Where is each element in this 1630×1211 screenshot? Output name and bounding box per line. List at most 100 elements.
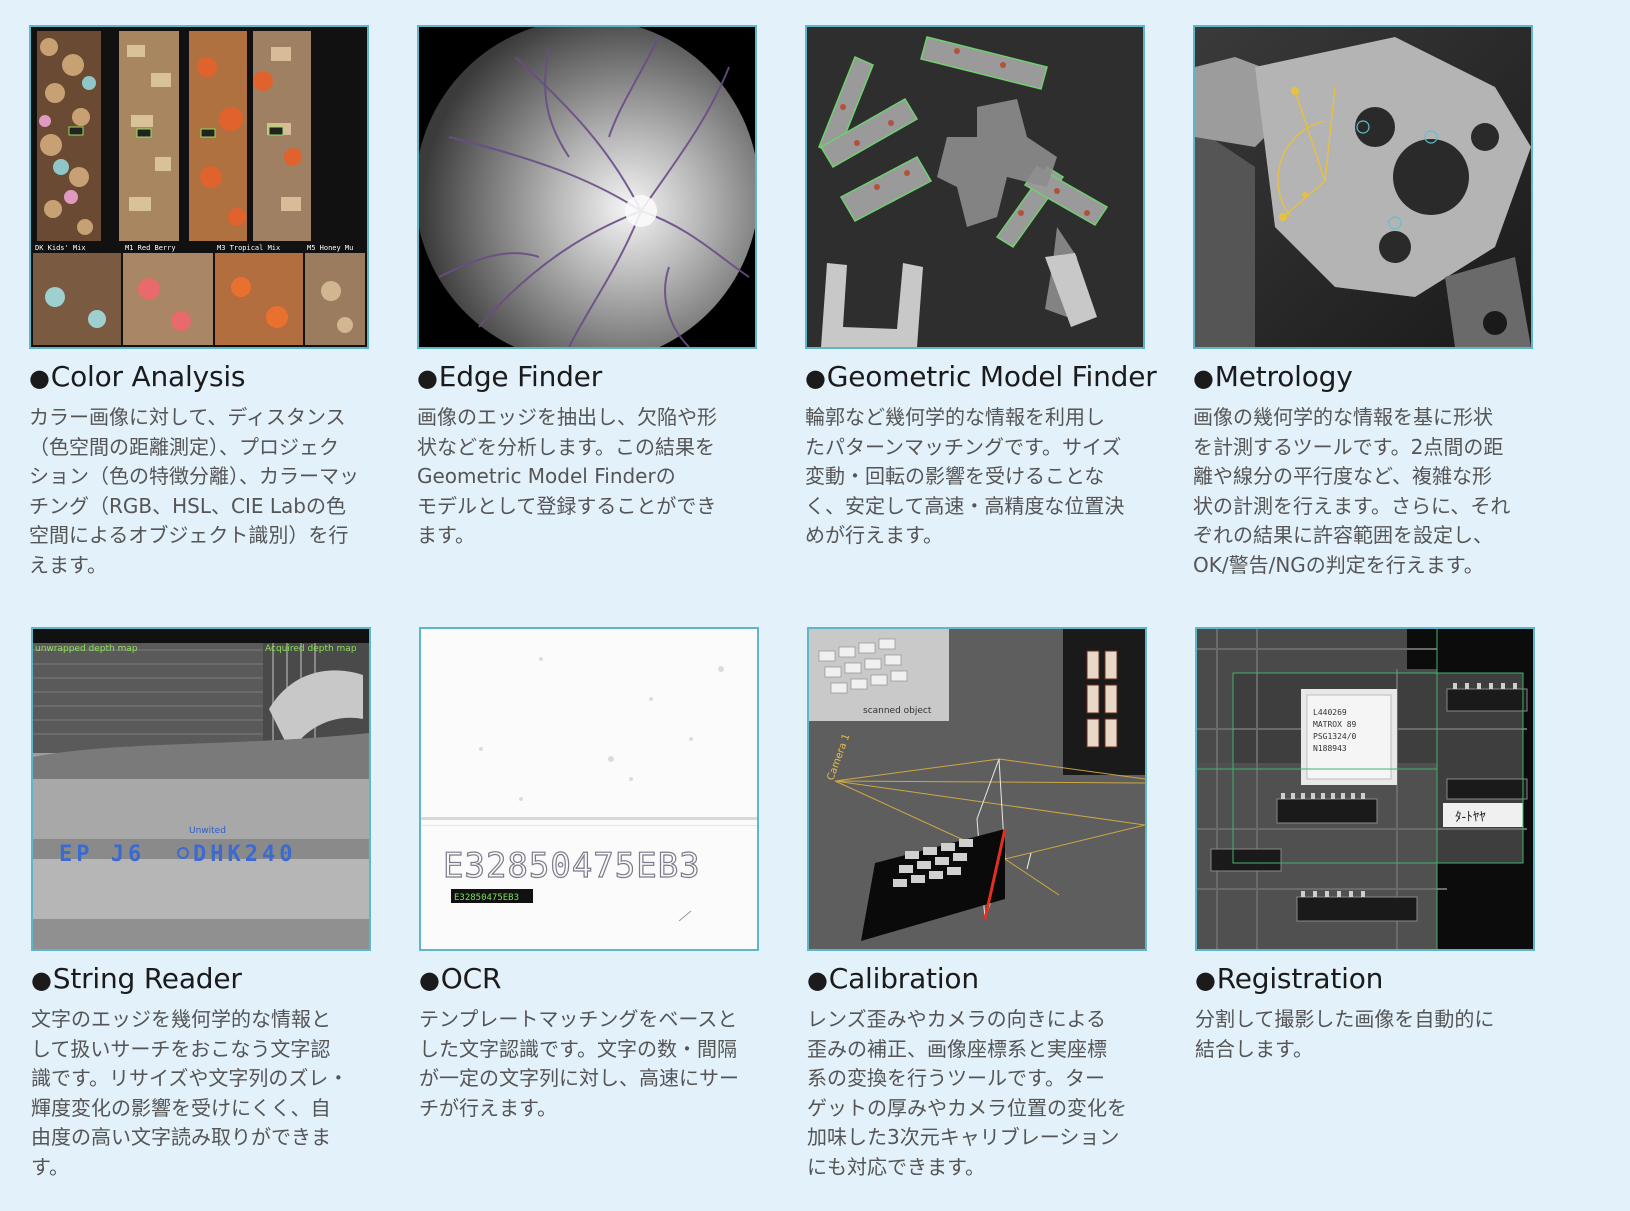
description-line: 結合します。 [1195, 1036, 1313, 1061]
string-reader-image: unwrapped depth map Acquired depth map U… [31, 627, 371, 951]
feature-title-geometric-model-finder: ●Geometric Model Finder [805, 359, 1157, 396]
feature-title-ocr: ●OCR [419, 961, 501, 998]
chip-label-line-2: MATROX 89 [1313, 720, 1357, 729]
feature-title-string-reader: ●String Reader [31, 961, 242, 998]
description-line: Geometric Model Finderの [417, 464, 676, 488]
ocr-image: E32850475EB3 E32850475EB3 [419, 627, 759, 951]
ocr-dot-matrix-text: E32850475EB3 [443, 846, 701, 886]
description-line: 画像のエッジを抽出し、欠陥や形 [417, 405, 717, 429]
feature-title-text: OCR [440, 962, 502, 995]
description-line: チング（RGB、HSL、CIE Labの色 [29, 493, 346, 518]
board-label: ﾀ-ﾄﾔﾔ [1455, 810, 1486, 825]
calibration-image: scanned object Camera 1 [807, 627, 1147, 951]
feature-title-text: Edge Finder [438, 360, 603, 393]
chip-label-line-1: L440269 [1313, 708, 1347, 717]
bullet-icon: ● [29, 364, 50, 392]
description-line: 由度の高い文字読み取りができま [31, 1125, 331, 1149]
description-line: す。 [31, 1154, 69, 1179]
metal-brackets-illustration [807, 27, 1143, 347]
feature-title-text: Registration [1216, 962, 1384, 995]
ocr-dot-matrix-illustration: E32850475EB3 E32850475EB3 [421, 629, 757, 949]
description-line: 輪郭など幾何学的な情報を利用し [805, 405, 1105, 429]
feature-description-string-reader: 文字のエッジを幾何学的な情報と して扱いサーチをおこなう文字認 識です。リサイズ… [31, 1005, 371, 1182]
chip-label-line-4: N188943 [1313, 744, 1347, 753]
bullet-icon: ● [807, 966, 828, 994]
description-line: した文字認識です。文字の数・間隔 [419, 1036, 737, 1061]
tire-depth-map-illustration: unwrapped depth map Acquired depth map U… [33, 629, 369, 949]
color-analysis-label-1: DK Kids' Mix [35, 244, 86, 252]
feature-title-registration: ●Registration [1195, 961, 1383, 998]
string-reader-text-1: EP J6 [59, 842, 145, 867]
description-line: 画像の幾何学的な情報を基に形状 [1193, 405, 1493, 429]
description-line: 輝度変化の影響を受けにくく、自 [31, 1095, 331, 1120]
feature-description-color-analysis: カラー画像に対して、ディスタンス （色空間の距離測定）、プロジェク ション（色の… [29, 403, 369, 580]
description-line: く、安定して高速・高精度な位置決 [805, 493, 1125, 518]
description-line: テンプレートマッチングをベースと [419, 1007, 738, 1031]
metal-part-measurement-illustration [1195, 27, 1531, 347]
description-line: 分割して撮影した画像を自動的に [1195, 1007, 1495, 1031]
description-line: めが行えます。 [805, 523, 943, 547]
geometric-model-finder-image [805, 25, 1145, 349]
description-line: カラー画像に対して、ディスタンス [29, 405, 346, 429]
chip-label-line-3: PSG1324/0 [1313, 732, 1357, 741]
ocr-result-text: E32850475EB3 [454, 893, 519, 903]
string-reader-annotation: Unwited [189, 826, 226, 836]
bullet-icon: ● [419, 966, 440, 994]
description-line: にも対応できます。 [807, 1154, 985, 1179]
description-line: チが行えます。 [419, 1095, 557, 1120]
description-line: 識です。リサイズや文字列のズレ・ [31, 1066, 349, 1090]
description-line: ぞれの結果に許容範囲を設定し、 [1193, 523, 1493, 547]
feature-description-ocr: テンプレートマッチングをベースと した文字認識です。文字の数・間隔 が一定の文字… [419, 1005, 759, 1123]
feature-title-text: Metrology [1214, 360, 1353, 393]
registration-image: L440269 MATROX 89 PSG1324/0 N188943 ﾀ-ﾄﾔ… [1195, 627, 1535, 951]
description-line: が一定の文字列に対し、高速にサー [419, 1066, 739, 1090]
color-analysis-cereal-illustration: DK Kids' Mix M1 Red Berry M3 Tropical Mi… [31, 27, 367, 347]
depth-map-label-left: unwrapped depth map [35, 644, 138, 654]
description-line: レンズ歪みやカメラの向きによる [807, 1007, 1106, 1031]
description-line: たパターンマッチングです。サイズ [805, 434, 1122, 459]
description-line: 状の計測を行えます。さらに、それ [1193, 493, 1511, 518]
feature-title-calibration: ●Calibration [807, 961, 979, 998]
bullet-icon: ● [805, 364, 826, 392]
description-line: ゲットの厚みやカメラ位置の変化を [807, 1095, 1127, 1120]
feature-title-color-analysis: ●Color Analysis [29, 359, 246, 396]
bullet-icon: ● [1193, 364, 1214, 392]
description-line: を計測するツールです。2点間の距 [1193, 434, 1504, 459]
feature-description-calibration: レンズ歪みやカメラの向きによる 歪みの補正、画像座標系と実座標 系の変換を行うツ… [807, 1005, 1147, 1182]
description-line: して扱いサーチをおこなう文字認 [31, 1036, 331, 1061]
camera-calibration-3d-illustration: scanned object Camera 1 [809, 629, 1145, 949]
feature-description-registration: 分割して撮影した画像を自動的に 結合します。 [1195, 1005, 1535, 1064]
feature-title-text: String Reader [52, 962, 242, 995]
feature-title-text: Calibration [828, 962, 979, 995]
feature-description-metrology: 画像の幾何学的な情報を基に形状 を計測するツールです。2点間の距 離や線分の平行… [1193, 403, 1533, 580]
description-line: ション（色の特徴分離）、カラーマッ [29, 464, 359, 488]
feature-title-text: Geometric Model Finder [826, 360, 1157, 393]
description-line: （色空間の距離測定）、プロジェク [29, 434, 339, 459]
description-line: えます。 [29, 552, 107, 577]
feature-description-geometric-model-finder: 輪郭など幾何学的な情報を利用し たパターンマッチングです。サイズ 変動・回転の影… [805, 403, 1145, 551]
description-line: OK/警告/NGの判定を行えます。 [1193, 552, 1484, 577]
color-analysis-label-2: M1 Red Berry [125, 244, 176, 252]
description-line: 空間によるオブジェクト識別）を行 [29, 523, 349, 547]
metrology-image [1193, 25, 1533, 349]
feature-description-edge-finder: 画像のエッジを抽出し、欠陥や形 状などを分析します。この結果を Geometri… [417, 403, 757, 551]
description-line: 離や線分の平行度など、複雑な形 [1193, 464, 1492, 488]
feature-title-metrology: ●Metrology [1193, 359, 1353, 396]
bullet-icon: ● [31, 966, 52, 994]
string-reader-text-2: DHK240 [193, 842, 296, 867]
description-line: 加味した3次元キャリブレーション [807, 1125, 1120, 1149]
feature-grid-page: DK Kids' Mix M1 Red Berry M3 Tropical Mi… [0, 0, 1630, 1211]
scanned-object-label: scanned object [863, 706, 932, 716]
color-analysis-image: DK Kids' Mix M1 Red Berry M3 Tropical Mi… [29, 25, 369, 349]
feature-title-edge-finder: ●Edge Finder [417, 359, 602, 396]
feature-title-text: Color Analysis [50, 360, 246, 393]
edge-finder-image [417, 25, 757, 349]
circuit-board-mosaic-illustration: L440269 MATROX 89 PSG1324/0 N188943 ﾀ-ﾄﾔ… [1197, 629, 1533, 949]
bullet-icon: ● [1195, 966, 1216, 994]
description-line: ます。 [417, 523, 475, 547]
color-analysis-label-3: M3 Tropical Mix [217, 244, 280, 252]
description-line: モデルとして登録することができ [417, 493, 717, 518]
description-line: 歪みの補正、画像座標系と実座標 [807, 1036, 1107, 1061]
bullet-icon: ● [417, 364, 438, 392]
color-analysis-label-4: M5 Honey Mu [307, 244, 353, 252]
